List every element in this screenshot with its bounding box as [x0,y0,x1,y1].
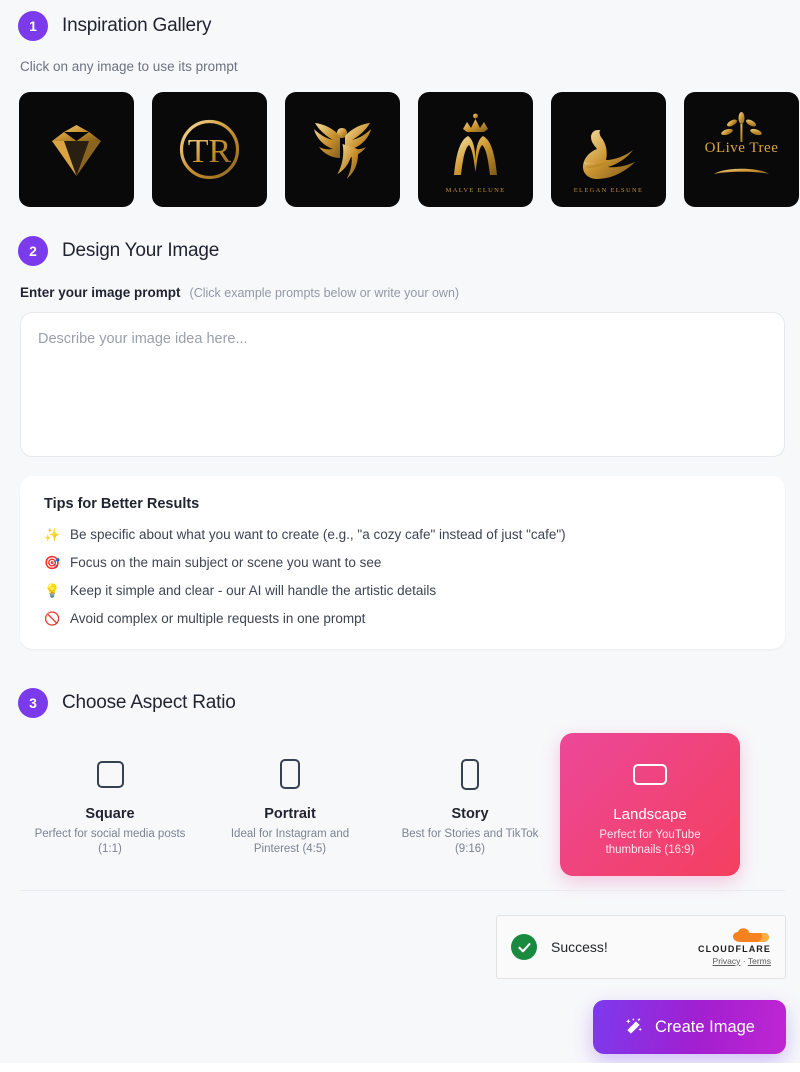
target-icon: 🎯 [44,555,61,570]
cloudflare-brand: CLOUDFLARE Privacy · Terms [698,928,771,966]
aspect-option-landscape[interactable]: Landscape Perfect for YouTube thumbnails… [560,733,740,876]
tip-text: Focus on the main subject or scene you w… [70,555,382,570]
inspiration-gallery: TR MALVE ELUNE ELEGAN ELSUNE OLive Tree [19,92,799,207]
gallery-item-caption: MALVE ELUNE [445,187,506,194]
swan-icon [583,130,635,179]
aspect-option-desc: Ideal for Instagram and Pinterest (4:5) [230,828,350,855]
inspiration-gallery-header: 1 Inspiration Gallery [18,11,212,41]
portrait-ratio-icon [210,755,370,793]
aspect-option-story[interactable]: Story Best for Stories and TikTok (9:16) [380,733,560,876]
gallery-subtitle: Click on any image to use its prompt [20,59,238,74]
aspect-section-title: Choose Aspect Ratio [62,692,236,713]
turnstile-status: Success! [551,939,608,955]
tip-text: Avoid complex or multiple requests in on… [70,611,366,626]
create-image-button[interactable]: Create Image [593,1000,786,1054]
aspect-option-desc: Best for Stories and TikTok (9:16) [401,828,539,855]
design-section-header: 2 Design Your Image [18,236,219,266]
lightbulb-icon: 💡 [44,583,61,598]
gallery-item-swan[interactable]: ELEGAN ELSUNE [551,92,666,207]
bottom-strip [0,1063,800,1072]
cloudflare-cloud-icon [733,928,769,942]
svg-text:TR: TR [188,133,232,170]
crown-m-icon [454,113,497,175]
prompt-input[interactable] [20,312,785,457]
aspect-option-name: Square [85,806,135,822]
tip-item: 🚫 Avoid complex or multiple requests in … [44,610,761,627]
gallery-item-crown-m[interactable]: MALVE ELUNE [418,92,533,207]
cloudflare-wordmark: CLOUDFLARE [698,944,771,954]
tips-card: Tips for Better Results ✨ Be specific ab… [20,476,785,649]
aspect-section-header: 3 Choose Aspect Ratio [18,688,236,718]
design-section-title: Design Your Image [62,240,220,261]
cloudflare-turnstile-widget[interactable]: Success! CLOUDFLARE Privacy · Terms [496,915,786,979]
gallery-item-caption: OLive Tree [704,140,779,156]
prompt-label-row: Enter your image prompt (Click example p… [20,285,459,300]
success-check-icon [511,934,537,960]
aspect-option-name: Story [451,806,489,822]
prompt-hint: (Click example prompts below or write yo… [189,286,460,300]
gallery-item-phoenix[interactable] [285,92,400,207]
aspect-ratio-options: Square Perfect for social media posts (1… [20,733,740,876]
tip-item: ✨ Be specific about what you want to cre… [44,526,761,543]
aspect-option-square[interactable]: Square Perfect for social media posts (1… [20,733,200,876]
tip-item: 🎯 Focus on the main subject or scene you… [44,554,761,571]
story-ratio-icon [390,755,550,793]
image-generator-page: 1 Inspiration Gallery Click on any image… [0,0,800,1072]
gallery-item-caption: ELEGAN ELSUNE [573,187,644,194]
gallery-item-diamond[interactable] [19,92,134,207]
step-badge-2: 2 [18,236,48,266]
tips-title: Tips for Better Results [44,496,200,512]
prohibited-icon: 🚫 [44,611,61,626]
page-title: Inspiration Gallery [62,15,212,36]
tip-text: Keep it simple and clear - our AI will h… [70,583,437,598]
tip-text: Be specific about what you want to creat… [70,527,566,542]
aspect-option-desc: Perfect for social media posts (1:1) [34,828,186,855]
gallery-item-olive-tree[interactable]: OLive Tree [684,92,799,207]
gallery-item-tr-monogram[interactable]: TR [152,92,267,207]
aspect-option-name: Portrait [264,806,316,822]
create-image-label: Create Image [655,1017,755,1036]
section-divider [20,890,785,891]
phoenix-icon [314,123,371,179]
aspect-option-name: Landscape [613,806,687,823]
tr-monogram-icon: TR [179,119,240,180]
square-ratio-icon [30,755,190,793]
sparkles-icon: ✨ [44,527,61,542]
aspect-option-portrait[interactable]: Portrait Ideal for Instagram and Pintere… [200,733,380,876]
diamond-icon [52,125,101,176]
turnstile-links: Privacy · Terms [698,956,771,966]
step-badge-1: 1 [18,11,48,41]
link-separator: · [742,956,746,966]
privacy-link[interactable]: Privacy [713,956,741,966]
terms-link[interactable]: Terms [748,956,771,966]
step-badge-3: 3 [18,688,48,718]
landscape-ratio-icon [570,755,730,793]
magic-wand-icon [626,1018,643,1034]
tip-item: 💡 Keep it simple and clear - our AI will… [44,582,761,599]
prompt-label: Enter your image prompt [20,285,181,300]
aspect-option-desc: Perfect for YouTube thumbnails (16:9) [599,829,701,856]
